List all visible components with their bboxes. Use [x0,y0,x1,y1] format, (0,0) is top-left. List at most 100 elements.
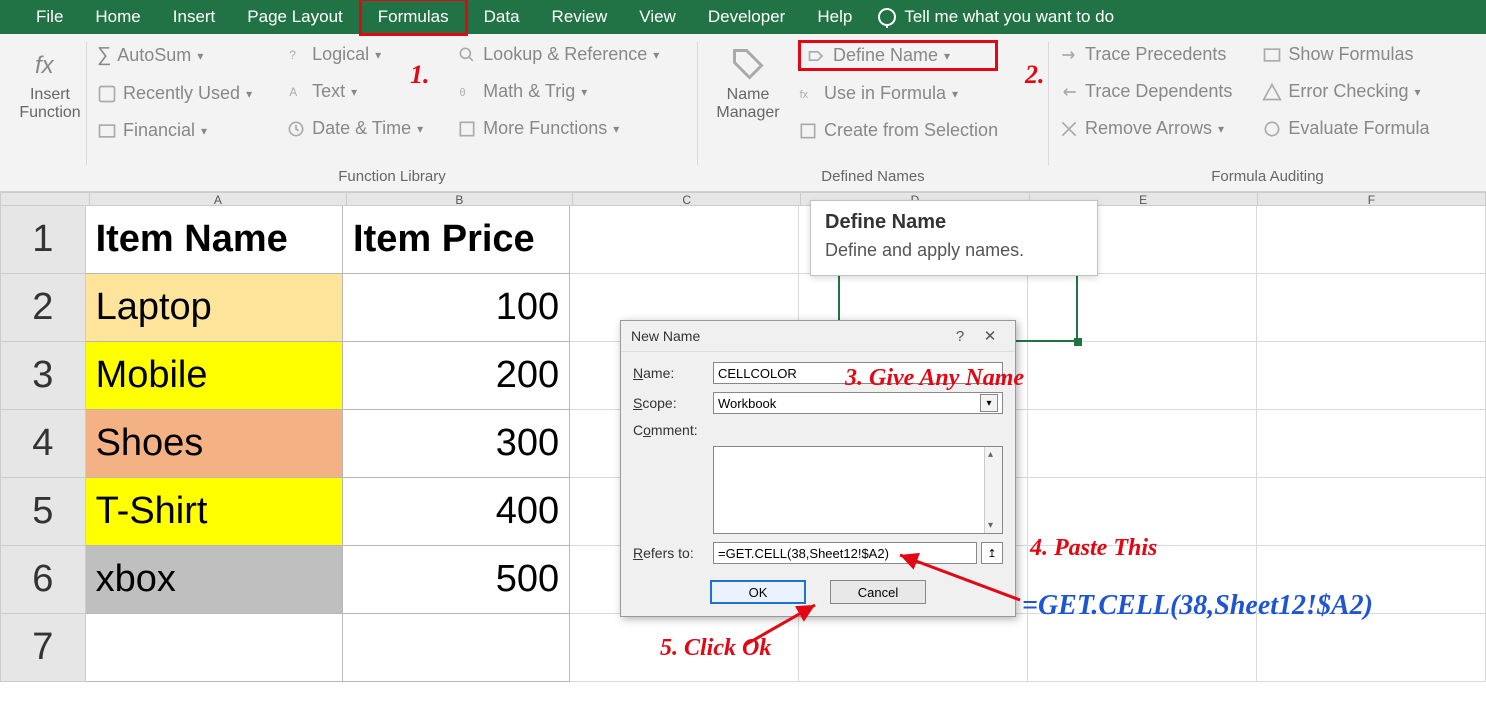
tell-me-search[interactable]: Tell me what you want to do [878,7,1114,27]
menu-review[interactable]: Review [536,1,624,33]
cell-a2[interactable]: Laptop [86,274,343,342]
show-formulas-icon [1262,45,1282,65]
cell-f7[interactable] [1257,614,1486,682]
math-icon: θ [457,82,477,102]
name-manager-button[interactable]: Name Manager [708,40,788,164]
dialog-close-button[interactable]: ✕ [975,327,1005,345]
col-header-a[interactable]: A [90,192,347,206]
select-all-corner[interactable] [0,192,90,206]
cell-f3[interactable] [1257,342,1486,410]
cell-f1[interactable] [1257,206,1486,274]
cell-a6[interactable]: xbox [86,546,343,614]
cell-a3[interactable]: Mobile [86,342,343,410]
refers-to-input[interactable] [713,542,977,564]
name-field-label: Name: [633,365,713,381]
menu-page-layout[interactable]: Page Layout [231,1,358,33]
cell-a1[interactable]: Item Name [86,206,343,274]
row-header[interactable]: 7 [0,614,86,682]
cell-a7[interactable] [86,614,343,682]
cell-f4[interactable] [1257,410,1486,478]
row-header[interactable]: 6 [0,546,86,614]
dialog-help-button[interactable]: ? [945,328,975,345]
menu-file[interactable]: File [20,1,79,33]
cell-f2[interactable] [1257,274,1486,342]
error-checking-button[interactable]: Error Checking▾ [1262,77,1429,106]
financial-icon [97,121,117,141]
menu-home[interactable]: Home [79,1,156,33]
trace-precedents-button[interactable]: Trace Precedents [1059,40,1232,69]
cell-c1[interactable] [570,206,799,274]
row-header[interactable]: 3 [0,342,86,410]
evaluate-formula-button[interactable]: Evaluate Formula [1262,114,1429,143]
menu-developer[interactable]: Developer [692,1,802,33]
cell-e3[interactable] [1028,342,1257,410]
cell-b6[interactable]: 500 [343,546,570,614]
create-from-selection-button[interactable]: Create from Selection [798,116,998,145]
more-functions-button[interactable]: More Functions▾ [457,114,659,143]
autosum-button[interactable]: ∑ AutoSum▾ [97,40,252,71]
insert-function-label: Insert Function [10,86,90,121]
menu-data[interactable]: Data [468,1,536,33]
logical-icon: ? [286,45,306,65]
scope-field-label: Scope: [633,395,713,411]
cell-b7[interactable] [343,614,570,682]
cell-a5[interactable]: T-Shirt [86,478,343,546]
trace-precedents-icon [1059,45,1079,65]
logical-button[interactable]: ? Logical▾ [286,40,423,69]
scrollbar[interactable] [984,447,1002,533]
cell-f5[interactable] [1257,478,1486,546]
tooltip-title: Define Name [825,211,1083,234]
ribbon: fx Insert Function ∑ AutoSum▾ Recently U… [0,34,1486,192]
ok-button[interactable]: OK [710,580,806,604]
cell-e2[interactable] [1028,274,1257,342]
range-picker-button[interactable]: ↥ [981,542,1003,564]
financial-button[interactable]: Financial▾ [97,116,252,145]
use-in-formula-button[interactable]: fx Use in Formula▾ [798,79,998,108]
cell-b5[interactable]: 400 [343,478,570,546]
cell-b4[interactable]: 300 [343,410,570,478]
remove-arrows-button[interactable]: Remove Arrows▾ [1059,114,1232,143]
financial-label: Financial [123,120,195,141]
mathtrig-label: Math & Trig [483,81,575,102]
menu-view[interactable]: View [623,1,692,33]
cell-b2[interactable]: 100 [343,274,570,342]
col-header-c[interactable]: C [573,192,801,206]
clock-icon [286,119,306,139]
lightbulb-icon [878,8,896,26]
annotation-4: 4. Paste This [1030,535,1157,562]
show-formulas-label: Show Formulas [1288,44,1413,65]
menu-help[interactable]: Help [801,1,868,33]
menu-formulas[interactable]: Formulas [359,0,468,36]
trace-dependents-button[interactable]: Trace Dependents [1059,77,1232,106]
comment-textarea[interactable] [713,446,1003,534]
cancel-button[interactable]: Cancel [830,580,926,604]
insert-function-button[interactable]: fx Insert Function [10,40,90,121]
lookup-button[interactable]: Lookup & Reference▾ [457,40,659,69]
datetime-button[interactable]: Date & Time▾ [286,114,423,143]
show-formulas-button[interactable]: Show Formulas [1262,40,1429,69]
row-header[interactable]: 4 [0,410,86,478]
row-header[interactable]: 5 [0,478,86,546]
cell-e7[interactable] [1028,614,1257,682]
fx-icon: fx [32,46,68,82]
scope-select[interactable]: Workbook ▾ [713,392,1003,414]
row-header[interactable]: 2 [0,274,86,342]
grid-row: 1Item NameItem Price [0,206,1486,274]
define-name-button[interactable]: Define Name▾ [798,40,998,71]
row-header[interactable]: 1 [0,206,86,274]
recently-used-button[interactable]: Recently Used▾ [97,79,252,108]
cell-e4[interactable] [1028,410,1257,478]
cell-d7[interactable] [799,614,1028,682]
fill-handle[interactable] [1074,338,1082,346]
col-header-f[interactable]: F [1258,192,1486,206]
cell-b1[interactable]: Item Price [343,206,570,274]
dialog-titlebar[interactable]: New Name ? ✕ [621,321,1015,352]
cell-b3[interactable]: 200 [343,342,570,410]
cell-a4[interactable]: Shoes [86,410,343,478]
text-button[interactable]: A Text▾ [286,77,423,106]
annotation-1: 1. [410,60,430,90]
col-header-b[interactable]: B [347,192,573,206]
menu-insert[interactable]: Insert [157,1,232,33]
mathtrig-button[interactable]: θ Math & Trig▾ [457,77,659,106]
tooltip-description: Define and apply names. [825,240,1083,261]
